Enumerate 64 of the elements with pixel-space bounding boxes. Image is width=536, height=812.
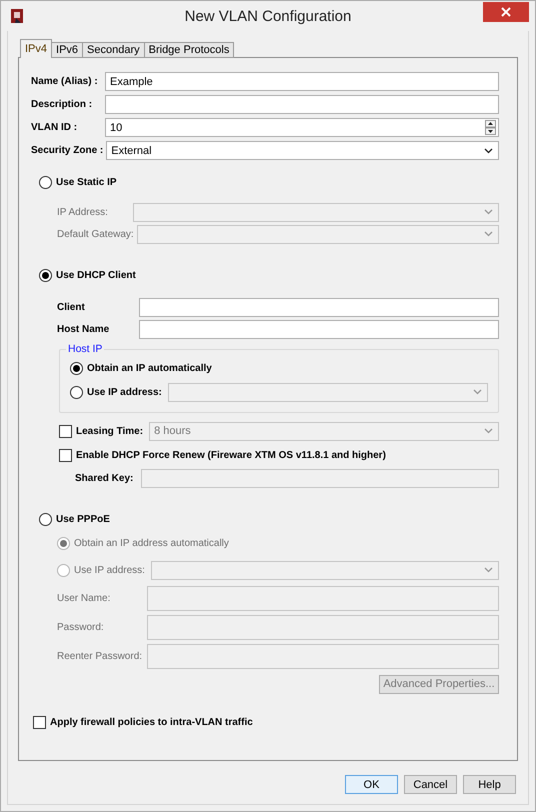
field-label: Reenter Password: xyxy=(57,651,144,662)
chevron-icon xyxy=(484,567,493,573)
field-label: Name (Alias) : xyxy=(31,76,99,87)
field-label: Password: xyxy=(57,622,105,633)
dropdown[interactable] xyxy=(136,224,499,244)
field-label: Shared Key: xyxy=(75,472,134,484)
radio-label: Use IP address: xyxy=(74,564,146,576)
chevron-icon xyxy=(473,389,482,395)
tab[interactable]: IPv4 xyxy=(20,39,52,58)
radio-button[interactable] xyxy=(70,362,83,374)
tab[interactable]: IPv6 xyxy=(51,42,84,58)
app-icon xyxy=(11,9,23,23)
text-field[interactable] xyxy=(139,298,499,316)
field-label: Default Gateway: xyxy=(57,228,135,240)
close-icon xyxy=(501,7,511,17)
radio-label: Use DHCP Client xyxy=(56,270,137,281)
checkbox-label: Enable DHCP Force Renew (Fireware XTM OS v11.8.1 and higher) xyxy=(76,450,387,460)
checkbox[interactable] xyxy=(33,716,46,728)
spinner-icon[interactable] xyxy=(485,120,496,135)
radio-label: Obtain an IP address automatically xyxy=(74,538,230,548)
radio-label: Use IP address: xyxy=(87,386,163,398)
field-label: VLAN ID : xyxy=(31,122,78,133)
chevron-icon xyxy=(484,148,493,154)
chevron-icon xyxy=(484,428,493,434)
checkbox-label: Apply firewall policies to intra-VLAN traffic xyxy=(50,716,254,728)
chevron-icon xyxy=(484,209,493,215)
field-label: Description : xyxy=(31,99,94,110)
radio-label: Use PPPoE xyxy=(56,514,111,525)
radio-button[interactable] xyxy=(70,386,83,398)
dropdown[interactable]: 8 hours xyxy=(149,422,499,440)
dropdown[interactable] xyxy=(133,202,499,222)
dialog-button[interactable]: Help xyxy=(463,775,516,794)
field-label: User Name: xyxy=(57,593,112,604)
field-label: Security Zone : xyxy=(31,145,104,156)
text-field[interactable] xyxy=(139,320,499,338)
checkbox-label: Leasing Time: xyxy=(76,426,144,436)
dropdown[interactable] xyxy=(150,560,499,580)
radio-button[interactable] xyxy=(39,269,52,282)
text-field[interactable] xyxy=(147,644,499,669)
chevron-icon xyxy=(484,231,493,237)
text-field[interactable] xyxy=(147,615,499,640)
window-title: New VLAN Configuration xyxy=(184,8,352,24)
text-field[interactable] xyxy=(141,468,499,488)
group-title: Host IP xyxy=(66,343,104,355)
field-label: IP Address: xyxy=(57,206,109,218)
text-field[interactable] xyxy=(105,95,499,114)
close-button[interactable] xyxy=(483,2,529,22)
radio-button[interactable] xyxy=(39,513,52,526)
tab[interactable]: Secondary xyxy=(82,42,145,58)
checkbox[interactable] xyxy=(59,424,72,438)
field-label: Client xyxy=(57,302,86,312)
radio-button[interactable] xyxy=(39,176,52,189)
dropdown[interactable]: External xyxy=(106,141,499,160)
field-label: Host Name xyxy=(57,324,110,334)
dialog-button[interactable]: OK xyxy=(345,775,398,794)
text-field[interactable]: Example xyxy=(105,72,499,91)
dropdown[interactable] xyxy=(168,382,488,402)
checkbox[interactable] xyxy=(59,448,72,462)
radio-label: Use Static IP xyxy=(56,177,118,188)
dialog-button[interactable]: Cancel xyxy=(404,775,457,794)
text-field[interactable] xyxy=(147,586,499,611)
tab[interactable]: Bridge Protocols xyxy=(144,42,234,58)
radio-label: Obtain an IP automatically xyxy=(87,362,213,374)
number-field[interactable]: 10 xyxy=(105,118,499,137)
